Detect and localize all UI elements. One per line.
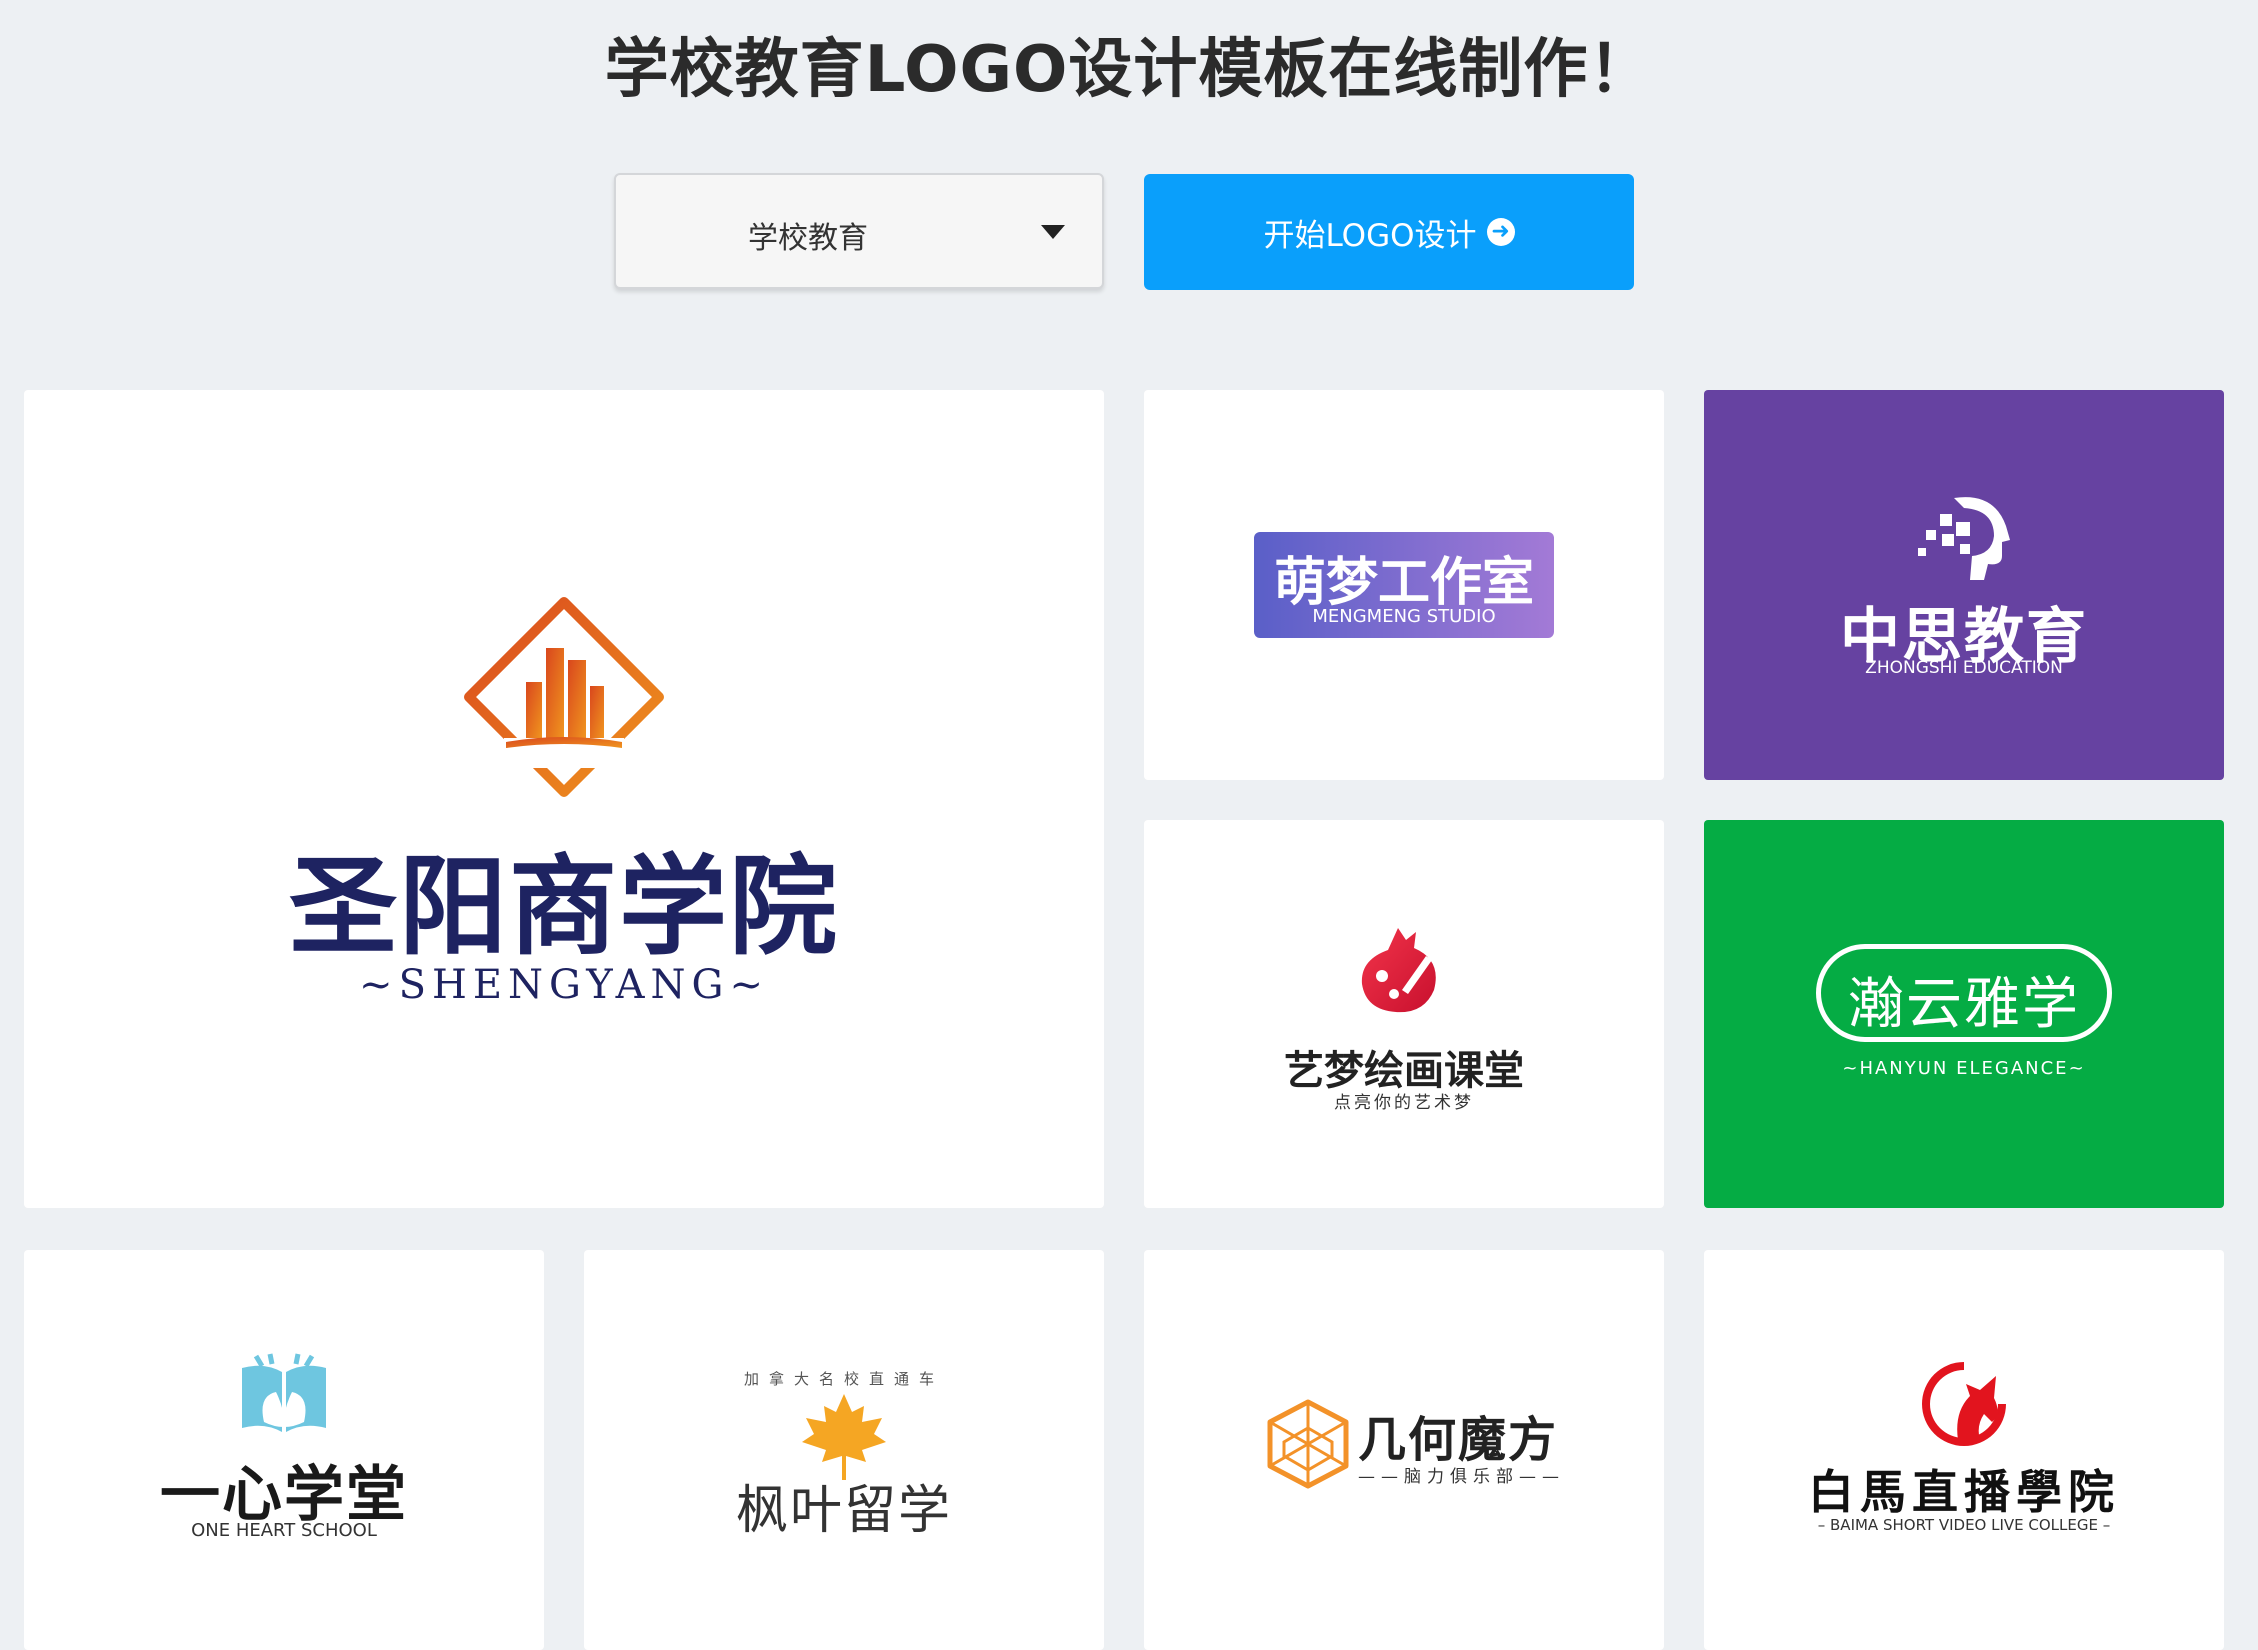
template-subtitle: 点亮你的艺术梦	[1334, 1093, 1474, 1113]
template-card-jihe[interactable]: 几何魔方 ——脑力俱乐部——	[1144, 1250, 1664, 1650]
template-subtitle: MENGMENG STUDIO	[1312, 606, 1496, 627]
logo-outline: 瀚云雅学	[1816, 944, 2112, 1042]
book-hands-icon	[242, 1353, 326, 1432]
template-title: 圣阳商学院	[288, 844, 839, 970]
chevron-down-icon	[1041, 225, 1065, 239]
arrow-right-circle-icon: ➜	[1486, 218, 1515, 246]
template-card-mengmeng[interactable]: 萌梦工作室 MENGMENG STUDIO	[1144, 390, 1664, 780]
head-pixel-icon	[1918, 497, 2010, 580]
template-subtitle: – BAIMA SHORT VIDEO LIVE COLLEGE –	[1817, 1516, 2111, 1534]
template-subtitle: ZHONGSHI EDUCATION	[1865, 658, 2063, 678]
template-title: 几何魔方	[1358, 1412, 1559, 1468]
start-button-label: 开始LOGO设计	[1263, 217, 1477, 254]
template-title: 枫叶留学	[735, 1481, 952, 1541]
template-card-fengye[interactable]: 加拿大名校直通车 枫叶留学	[584, 1250, 1104, 1650]
template-arc-text: 加拿大名校直通车	[743, 1370, 944, 1388]
geometric-cube-icon	[1267, 1399, 1349, 1489]
template-title: 瀚云雅学	[1848, 972, 2080, 1037]
template-subtitle: ONE HEART SCHOOL	[191, 1520, 377, 1541]
template-subtitle: ~SHENGYANG~	[359, 962, 769, 1008]
category-select-value: 学校教育	[748, 221, 868, 256]
template-subtitle: ~HANYUN ELEGANCE~	[1842, 1058, 2086, 1079]
template-card-yixin[interactable]: 一心学堂 ONE HEART SCHOOL	[24, 1250, 544, 1650]
template-card-yimeng[interactable]: 艺梦绘画课堂 点亮你的艺术梦	[1144, 820, 1664, 1208]
template-card-hanyun[interactable]: 瀚云雅学 ~HANYUN ELEGANCE~	[1704, 820, 2224, 1208]
category-select[interactable]: 学校教育	[614, 173, 1104, 289]
template-title: 萌梦工作室	[1273, 553, 1534, 613]
template-card-zhongshi[interactable]: 中思教育 ZHONGSHI EDUCATION	[1704, 390, 2224, 780]
building-diamond-icon	[464, 597, 664, 797]
page-title: 学校教育LOGO设计模板在线制作！	[604, 33, 1654, 107]
palette-brush-icon	[1361, 928, 1436, 1013]
template-title: 白馬直播學院	[1808, 1465, 2120, 1519]
start-logo-design-button[interactable]: 开始LOGO设计 ➜	[1144, 174, 1634, 290]
logo-badge: 萌梦工作室 MENGMENG STUDIO	[1254, 532, 1554, 638]
template-card-baima[interactable]: 白馬直播學院 – BAIMA SHORT VIDEO LIVE COLLEGE …	[1704, 1250, 2224, 1650]
template-subtitle: ——脑力俱乐部——	[1358, 1467, 1565, 1487]
template-card-shengyang[interactable]: 圣阳商学院 ~SHENGYANG~	[24, 390, 1104, 1208]
horse-head-icon	[1922, 1362, 2006, 1446]
